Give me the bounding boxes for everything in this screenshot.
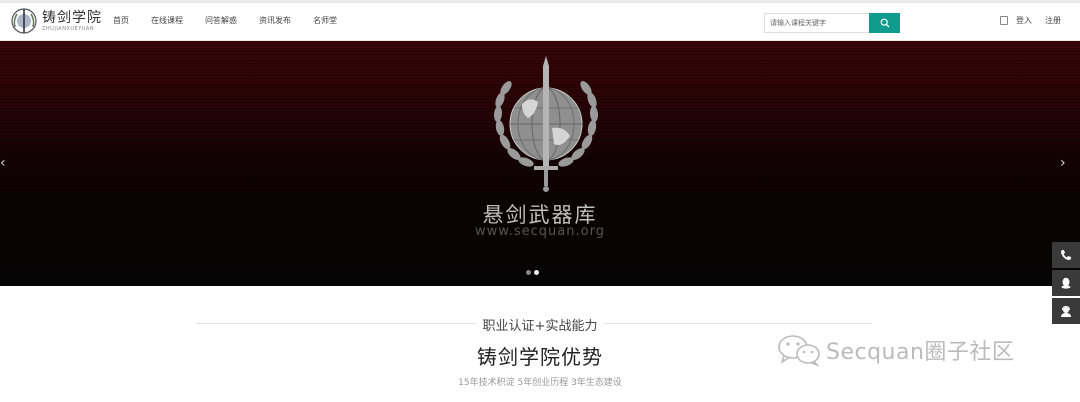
logo-title: 铸剑学院 [42,9,102,26]
floating-toolbar [1052,242,1080,326]
nav-item-qa[interactable]: 问答解惑 [205,15,237,26]
auth-links: 登入 注册 [1000,15,1074,26]
hero-banner[interactable]: 悬剑武器库 www.secquan.org ‹ › [0,41,1080,286]
phone-icon [1061,250,1071,260]
section-subtitle-text: 职业认证+实战能力 [476,319,604,334]
logo-emblem-icon [11,8,37,34]
carousel-dots [526,270,542,275]
main-nav: 首页 在线课程 问答解惑 资讯发布 名师堂 [113,15,359,26]
search-input[interactable] [764,13,869,33]
sword-globe-emblem-icon [493,56,599,192]
qq-button[interactable] [1052,270,1080,296]
chevron-right-icon[interactable]: › [1060,155,1066,171]
register-link[interactable]: 注册 [1045,15,1061,26]
search-icon [880,18,889,28]
nav-item-home[interactable]: 首页 [113,15,129,26]
qq-icon [1061,277,1071,289]
search-button[interactable] [869,13,900,33]
watermark-text: Secquan圈子社区 [826,340,1015,365]
section-description: 15年技术积淀 5年创业历程 3年生态建设 [458,378,622,388]
chevron-left-icon[interactable]: ‹ [0,155,6,171]
logo-subtitle: ZHUJIANXUEYUAN [42,25,95,32]
carousel-dot-1[interactable] [526,270,531,275]
banner-url: www.secquan.org [475,224,605,239]
user-icon [1000,16,1008,25]
carousel-dot-2[interactable] [534,270,539,275]
watermark: Secquan圈子社区 [776,333,1014,367]
nav-item-online-courses[interactable]: 在线课程 [151,15,183,26]
nav-item-news[interactable]: 资讯发布 [259,15,291,26]
header: 铸剑学院 ZHUJIANXUEYUAN 首页 在线课程 问答解惑 资讯发布 名师… [0,3,1080,41]
phone-button[interactable] [1052,242,1080,268]
login-link[interactable]: 登入 [1016,15,1032,26]
wechat-icon [778,335,820,367]
search-bar [764,13,900,33]
logo[interactable]: 铸剑学院 ZHUJIANXUEYUAN [10,7,102,35]
page: 铸剑学院 ZHUJIANXUEYUAN 首页 在线课程 问答解惑 资讯发布 名师… [0,0,1080,402]
nav-item-teachers[interactable]: 名师堂 [313,15,337,26]
section-subtitle: 职业认证+实战能力 [0,315,1080,334]
